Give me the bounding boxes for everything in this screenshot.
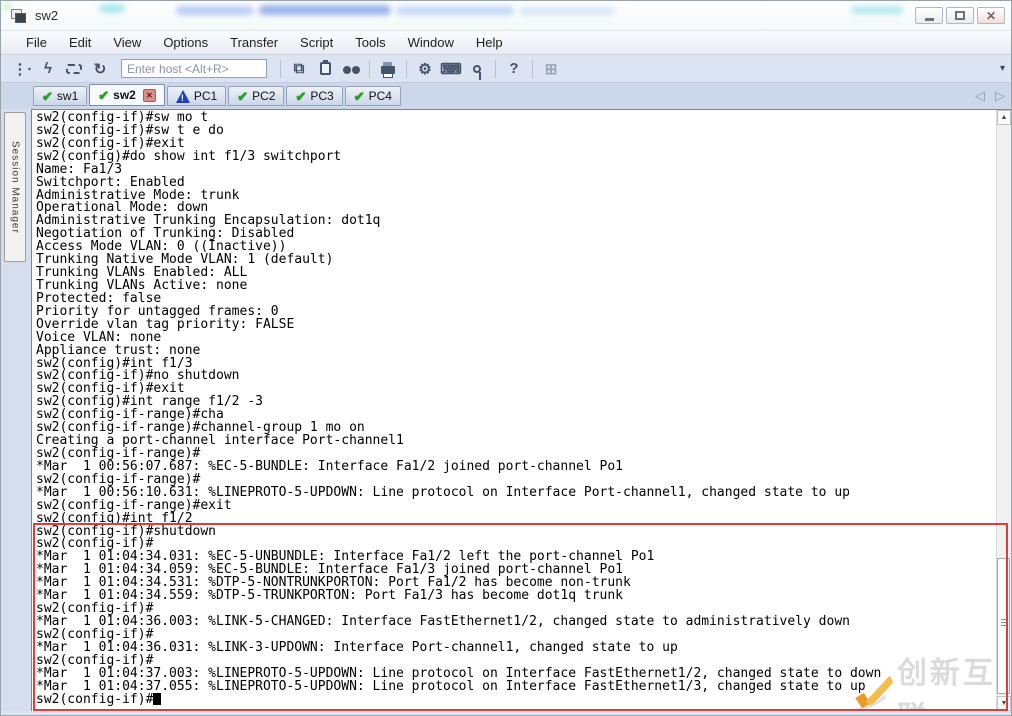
connect-in-tab-icon[interactable] xyxy=(62,58,86,80)
toolbar-separator xyxy=(280,59,281,78)
reconnect-icon[interactable]: ↻ xyxy=(88,58,112,80)
tab-label: PC4 xyxy=(368,89,392,103)
clone-session-icon[interactable]: ⊞ xyxy=(539,58,563,80)
menu-item-help[interactable]: Help xyxy=(465,32,514,53)
toolbar-separator xyxy=(495,59,496,78)
minimize-button[interactable] xyxy=(915,7,943,24)
paste-icon[interactable] xyxy=(313,58,337,80)
toolbar-separator xyxy=(406,59,407,78)
connected-check-icon: ✔ xyxy=(237,88,249,104)
scroll-up-icon[interactable]: ▲ xyxy=(997,110,1011,125)
app-icon xyxy=(11,8,27,23)
tab-label: PC2 xyxy=(252,89,276,103)
warning-icon: ! xyxy=(175,89,190,103)
menu-item-view[interactable]: View xyxy=(102,32,152,53)
tab-pc1[interactable]: ! PC1 xyxy=(166,86,227,106)
terminal-line: *Mar 1 01:04:36.031: %LINK-3-UPDOWN: Int… xyxy=(36,639,678,655)
tab-close-button[interactable]: ✕ xyxy=(142,88,156,102)
terminal-line: sw2(config-if)#shutdown xyxy=(36,523,217,539)
menu-item-transfer[interactable]: Transfer xyxy=(219,32,289,53)
blur-watermark xyxy=(99,4,125,13)
title-bar: sw2 ✕ xyxy=(1,1,1011,30)
tab-pc3[interactable]: ✔ PC3 xyxy=(286,86,343,106)
tab-scroll-left-icon[interactable]: ◁ xyxy=(975,88,985,104)
session-manager-icon[interactable]: ⋮∙ xyxy=(10,58,34,80)
toolbar: ⋮∙ϟ ↻ ⧉ ⚙⌨? ⊞ ▾ xyxy=(1,55,1011,83)
blur-watermark xyxy=(259,5,391,15)
blur-watermark xyxy=(176,6,254,15)
blur-watermark xyxy=(519,7,615,15)
menu-item-options[interactable]: Options xyxy=(152,32,219,53)
tab-sw1[interactable]: ✔ sw1 xyxy=(33,86,88,106)
terminal-line: *Mar 1 01:04:34.559: %DTP-5-TRUNKPORTON:… xyxy=(36,588,623,604)
key-icon[interactable] xyxy=(465,58,489,80)
toolbar-separator xyxy=(532,59,533,78)
toolbar-overflow-icon[interactable]: ▾ xyxy=(1000,63,1005,74)
find-icon[interactable] xyxy=(339,58,363,80)
session-manager-tab[interactable]: Session Manager xyxy=(4,112,26,262)
scrollbar[interactable]: ▲ ▼ xyxy=(996,110,1011,711)
menu-item-window[interactable]: Window xyxy=(397,32,465,53)
session-manager-strip: Session Manager xyxy=(1,109,31,711)
menu-item-edit[interactable]: Edit xyxy=(58,32,102,53)
tab-pc2[interactable]: ✔ PC2 xyxy=(228,86,285,106)
blur-watermark xyxy=(851,6,903,14)
terminal-line: sw2(config)#do show int f1/3 switchport xyxy=(36,148,342,164)
quick-connect-icon[interactable]: ϟ xyxy=(36,58,60,80)
window-bottom-frame xyxy=(1,711,1011,715)
window-title: sw2 xyxy=(35,8,59,23)
terminal-line: *Mar 1 01:04:37.055: %LINEPROTO-5-UPDOWN… xyxy=(36,678,866,694)
terminal-screen[interactable]: sw2(config-if)#sw mo t sw2(config-if)#sw … xyxy=(31,109,1011,711)
close-button[interactable]: ✕ xyxy=(977,7,1005,24)
maximize-icon xyxy=(955,11,965,20)
terminal-line: *Mar 1 01:04:36.003: %LINK-5-CHANGED: In… xyxy=(36,613,850,629)
connected-check-icon: ✔ xyxy=(353,88,365,104)
tab-label: sw2 xyxy=(113,88,136,102)
toolbar-items: ⋮∙ϟ ↻ ⧉ ⚙⌨? ⊞ xyxy=(9,58,564,80)
menu-item-file[interactable]: File xyxy=(15,32,58,53)
tab-label: PC3 xyxy=(310,89,334,103)
terminal-line: Trunking VLANs Active: none xyxy=(36,277,248,293)
terminal-cursor xyxy=(153,693,162,706)
connected-check-icon: ✔ xyxy=(42,88,53,104)
tab-sw2[interactable]: ✔ sw2 ✕ xyxy=(89,84,165,106)
print-icon[interactable] xyxy=(376,58,400,80)
blur-watermark xyxy=(396,6,514,15)
maximize-button[interactable] xyxy=(946,7,974,24)
tab-bar: ✔ sw1 ✔ sw2 ✕! PC1 ✔ PC2 ✔ PC3 ✔ PC4 ◁ ▷ xyxy=(1,83,1011,109)
toolbar-separator xyxy=(369,59,370,78)
menu-item-tools[interactable]: Tools xyxy=(344,32,396,53)
tab-scroll-right-icon[interactable]: ▷ xyxy=(995,88,1005,104)
connected-check-icon: ✔ xyxy=(98,87,110,103)
minimize-icon xyxy=(924,17,934,21)
menu-bar: File Edit View Options Transfer Script Tools Wi… xyxy=(1,30,1011,55)
options-icon[interactable]: ⚙ xyxy=(413,58,437,80)
keyboard-icon[interactable]: ⌨ xyxy=(439,58,463,80)
scrollbar-thumb[interactable] xyxy=(997,558,1010,694)
scroll-down-icon[interactable]: ▼ xyxy=(997,696,1011,711)
session-manager-label: Session Manager xyxy=(9,140,21,234)
close-icon: ✕ xyxy=(985,8,997,23)
tab-strip: ✔ sw1 ✔ sw2 ✕! PC1 ✔ PC2 ✔ PC3 ✔ PC4 xyxy=(33,84,403,106)
tab-pc4[interactable]: ✔ PC4 xyxy=(344,86,401,106)
app-window: sw2 ✕ File Edit View Options Transfer Script T… xyxy=(0,0,1012,716)
copy-icon[interactable]: ⧉ xyxy=(287,58,311,80)
menu-item-script[interactable]: Script xyxy=(289,32,344,53)
terminal-line: sw2(config-if)# xyxy=(36,693,1011,707)
tab-label: PC1 xyxy=(193,89,218,103)
help-icon[interactable]: ? xyxy=(502,58,526,80)
terminal-line: Override vlan tag priority: FALSE xyxy=(36,316,295,332)
tab-label: sw1 xyxy=(56,89,79,103)
connected-check-icon: ✔ xyxy=(295,88,307,104)
host-input[interactable] xyxy=(121,59,267,78)
terminal-output: sw2(config-if)#sw mo t sw2(config-if)#sw … xyxy=(36,111,1011,707)
